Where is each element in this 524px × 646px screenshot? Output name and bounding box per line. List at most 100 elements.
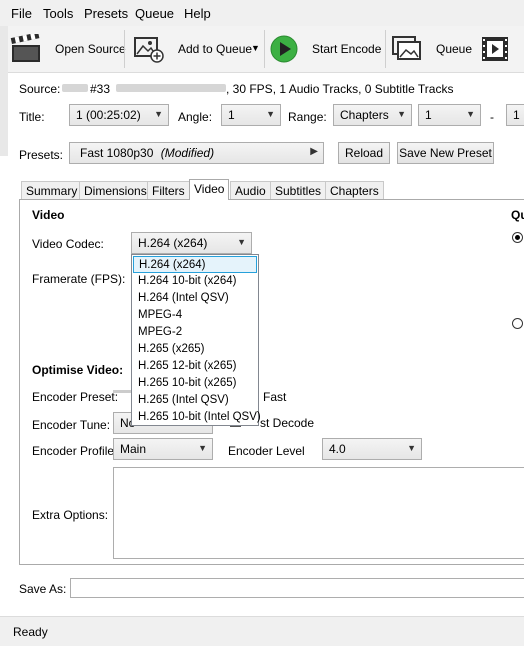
- radio-dot: [515, 235, 520, 240]
- chevron-down-icon: ▼: [266, 109, 275, 119]
- save-new-preset-button[interactable]: Save New Preset: [397, 142, 494, 164]
- queue-label[interactable]: Queue: [436, 42, 472, 56]
- encoder-profile-value: Main: [120, 442, 147, 456]
- quality-radio-constant[interactable]: [512, 232, 523, 243]
- range-start-value: 1: [425, 108, 432, 122]
- menu-presets[interactable]: Presets: [84, 6, 128, 21]
- toolbar: Open Source Add to Queue ▼ Start Encode …: [0, 26, 524, 73]
- range-type-value: Chapters: [340, 108, 389, 122]
- save-as-label: Save As:: [19, 582, 67, 596]
- menu-help[interactable]: Help: [184, 6, 211, 21]
- codec-option-h264-qsv[interactable]: H.264 (Intel QSV): [133, 290, 257, 307]
- reload-button[interactable]: Reload: [338, 142, 390, 164]
- presets-label: Presets:: [19, 148, 64, 162]
- video-codec-dropdown: H.264 (x264) H.264 10-bit (x264) H.264 (…: [131, 254, 261, 426]
- chevron-down-icon: ▼: [466, 109, 475, 119]
- encoder-tune-label: Encoder Tune:: [32, 418, 111, 432]
- tab-video[interactable]: Video: [189, 179, 230, 200]
- status-text: Ready: [13, 625, 48, 639]
- tab-chapters[interactable]: Chapters: [325, 181, 384, 199]
- chevron-down-icon[interactable]: ▼: [251, 43, 260, 53]
- start-encode-label[interactable]: Start Encode: [312, 42, 381, 56]
- codec-option-mpeg2[interactable]: MPEG-2: [133, 324, 257, 341]
- add-image-icon: [134, 37, 164, 63]
- quality-radio-bitrate[interactable]: [512, 318, 523, 329]
- codec-option-h264-10bit-x264[interactable]: H.264 10-bit (x264): [133, 273, 257, 290]
- window-edge: [0, 26, 8, 156]
- codec-option-h265-12bit-x265[interactable]: H.265 12-bit (x265): [133, 358, 257, 375]
- start-encode-button[interactable]: [270, 35, 298, 63]
- redacted-text: [62, 84, 88, 92]
- toolbar-separator: [124, 30, 125, 68]
- preset-modified: (Modified): [160, 146, 215, 160]
- codec-option-h264-x264[interactable]: H.264 (x264): [133, 256, 257, 273]
- extra-options-label: Extra Options:: [32, 508, 109, 522]
- video-codec-value: H.264 (x264): [138, 236, 208, 250]
- codec-option-h265-10bit-qsv[interactable]: H.265 10-bit (Intel QSV): [133, 409, 261, 426]
- open-source-button[interactable]: [10, 32, 42, 64]
- video-codec-label: Video Codec:: [32, 237, 104, 251]
- extra-options-textarea[interactable]: [113, 467, 524, 559]
- tab-subtitles[interactable]: Subtitles: [270, 181, 327, 199]
- angle-select[interactable]: 1 ▼: [221, 104, 281, 126]
- add-to-queue-label[interactable]: Add to Queue: [178, 42, 252, 56]
- chevron-down-icon: ▼: [397, 109, 406, 119]
- open-source-label[interactable]: Open Source: [55, 42, 126, 56]
- chevron-down-icon: ▼: [198, 443, 207, 453]
- tab-summary[interactable]: Summary: [21, 181, 83, 199]
- redacted-text: [116, 84, 226, 92]
- clapperboard-icon: [10, 32, 40, 62]
- source-prefix: #33: [90, 82, 111, 96]
- title-label: Title:: [19, 110, 45, 124]
- menu-queue[interactable]: Queue: [135, 6, 174, 21]
- preview-button[interactable]: [481, 36, 509, 62]
- range-type-select[interactable]: Chapters ▼: [333, 104, 412, 126]
- video-section-heading: Video: [32, 208, 65, 222]
- title-select[interactable]: 1 (00:25:02) ▼: [69, 104, 169, 126]
- source-label: Source:: [19, 82, 61, 96]
- encoder-level-select[interactable]: 4.0 ▼: [322, 438, 422, 460]
- add-to-queue-button[interactable]: [133, 34, 165, 64]
- codec-option-h265-x265[interactable]: H.265 (x265): [133, 341, 257, 358]
- video-codec-select[interactable]: H.264 (x264) ▼: [131, 232, 252, 254]
- preset-selector[interactable]: Fast 1080p30 (Modified) ▶: [69, 142, 324, 164]
- codec-option-h265-qsv[interactable]: H.265 (Intel QSV): [133, 392, 257, 409]
- framerate-label: Framerate (FPS):: [32, 272, 126, 286]
- range-start-select[interactable]: 1 ▼: [418, 104, 481, 126]
- encoder-preset-fast-label: Fast: [263, 390, 287, 404]
- fast-decode-label: st Decode: [260, 416, 315, 430]
- range-end-value: 1: [513, 108, 520, 122]
- codec-option-h265-10bit-x265[interactable]: H.265 10-bit (x265): [133, 375, 257, 392]
- tab-filters[interactable]: Filters: [147, 181, 190, 199]
- range-label: Range:: [288, 110, 327, 124]
- codec-option-mpeg4[interactable]: MPEG-4: [133, 307, 257, 324]
- range-end-select[interactable]: 1: [506, 104, 524, 126]
- encoder-level-value: 4.0: [329, 442, 346, 456]
- encoder-preset-label: Encoder Preset:: [32, 390, 119, 404]
- chevron-down-icon: ▼: [237, 237, 246, 247]
- angle-value: 1: [228, 108, 235, 122]
- menu-tools[interactable]: Tools: [43, 6, 73, 21]
- menu-file[interactable]: File: [11, 6, 32, 21]
- chevron-right-icon: ▶: [310, 146, 318, 157]
- range-dash: -: [490, 110, 494, 124]
- status-bar: Ready: [0, 616, 524, 646]
- encoder-preset-slider[interactable]: [113, 390, 133, 393]
- chevron-down-icon: ▼: [154, 109, 163, 119]
- tab-audio[interactable]: Audio: [230, 181, 271, 199]
- image-stack-icon: [392, 36, 421, 60]
- menu-bar: File Tools Presets Queue Help: [0, 0, 524, 26]
- angle-label: Angle:: [178, 110, 213, 124]
- film-strip-icon: [482, 37, 508, 61]
- optimise-video-heading: Optimise Video:: [32, 363, 124, 377]
- encoder-level-label: Encoder Level: [228, 444, 305, 458]
- chevron-down-icon: ▼: [407, 443, 416, 453]
- play-icon: [270, 35, 298, 63]
- queue-button[interactable]: [391, 35, 423, 63]
- quality-section-heading: Qu: [511, 208, 524, 222]
- tab-dimensions[interactable]: Dimensions: [79, 181, 152, 199]
- toolbar-separator: [385, 30, 386, 68]
- encoder-profile-select[interactable]: Main ▼: [113, 438, 213, 460]
- save-as-input[interactable]: [70, 578, 524, 598]
- preset-value: Fast 1080p30: [80, 146, 154, 160]
